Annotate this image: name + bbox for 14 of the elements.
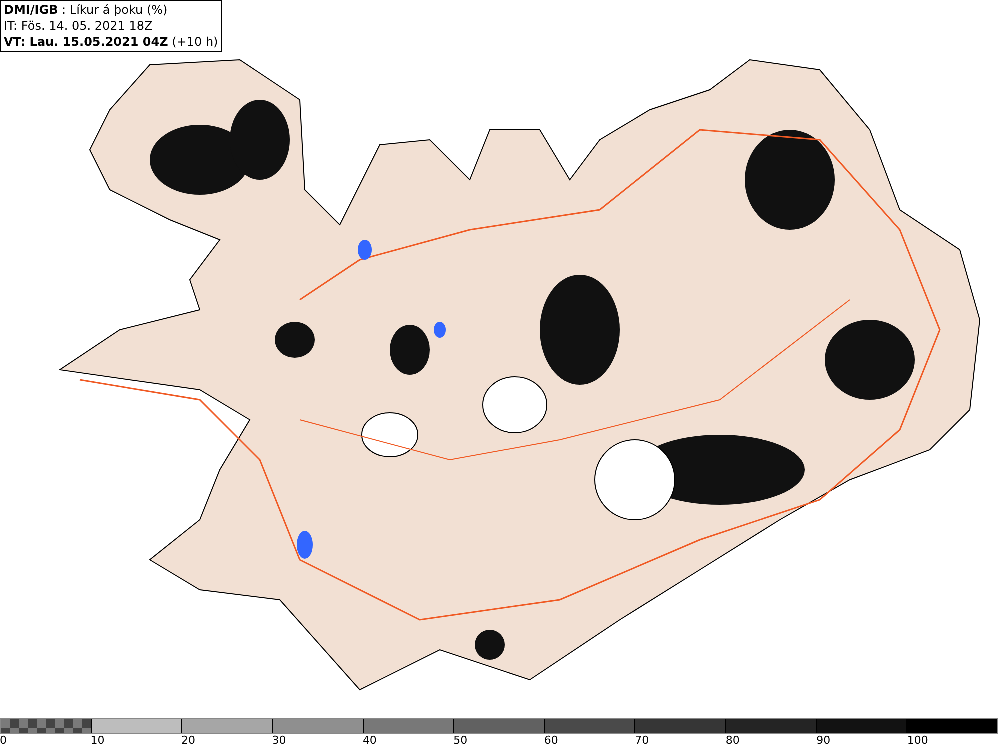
scale-label: 70 <box>635 734 650 747</box>
scale-label: 90 <box>816 734 831 747</box>
issue-time: IT: Fös. 14. 05. 2021 18Z <box>4 18 154 34</box>
valid-time: VT: Lau. 15.05.2021 04Z (+10 h) <box>4 34 218 50</box>
scale-label: 20 <box>181 734 196 747</box>
scale-label: 40 <box>362 734 377 747</box>
scale-label: 100 <box>907 734 928 747</box>
scale-label: 30 <box>272 734 286 747</box>
scale-label: 80 <box>726 734 740 747</box>
scale-label: 60 <box>544 734 558 747</box>
scale-label: 10 <box>90 734 105 747</box>
scale-label: 50 <box>454 734 468 747</box>
map-title: DMI/IGB : Líkur á þoku (%) <box>4 2 169 18</box>
scale-label: 0 <box>0 734 7 747</box>
